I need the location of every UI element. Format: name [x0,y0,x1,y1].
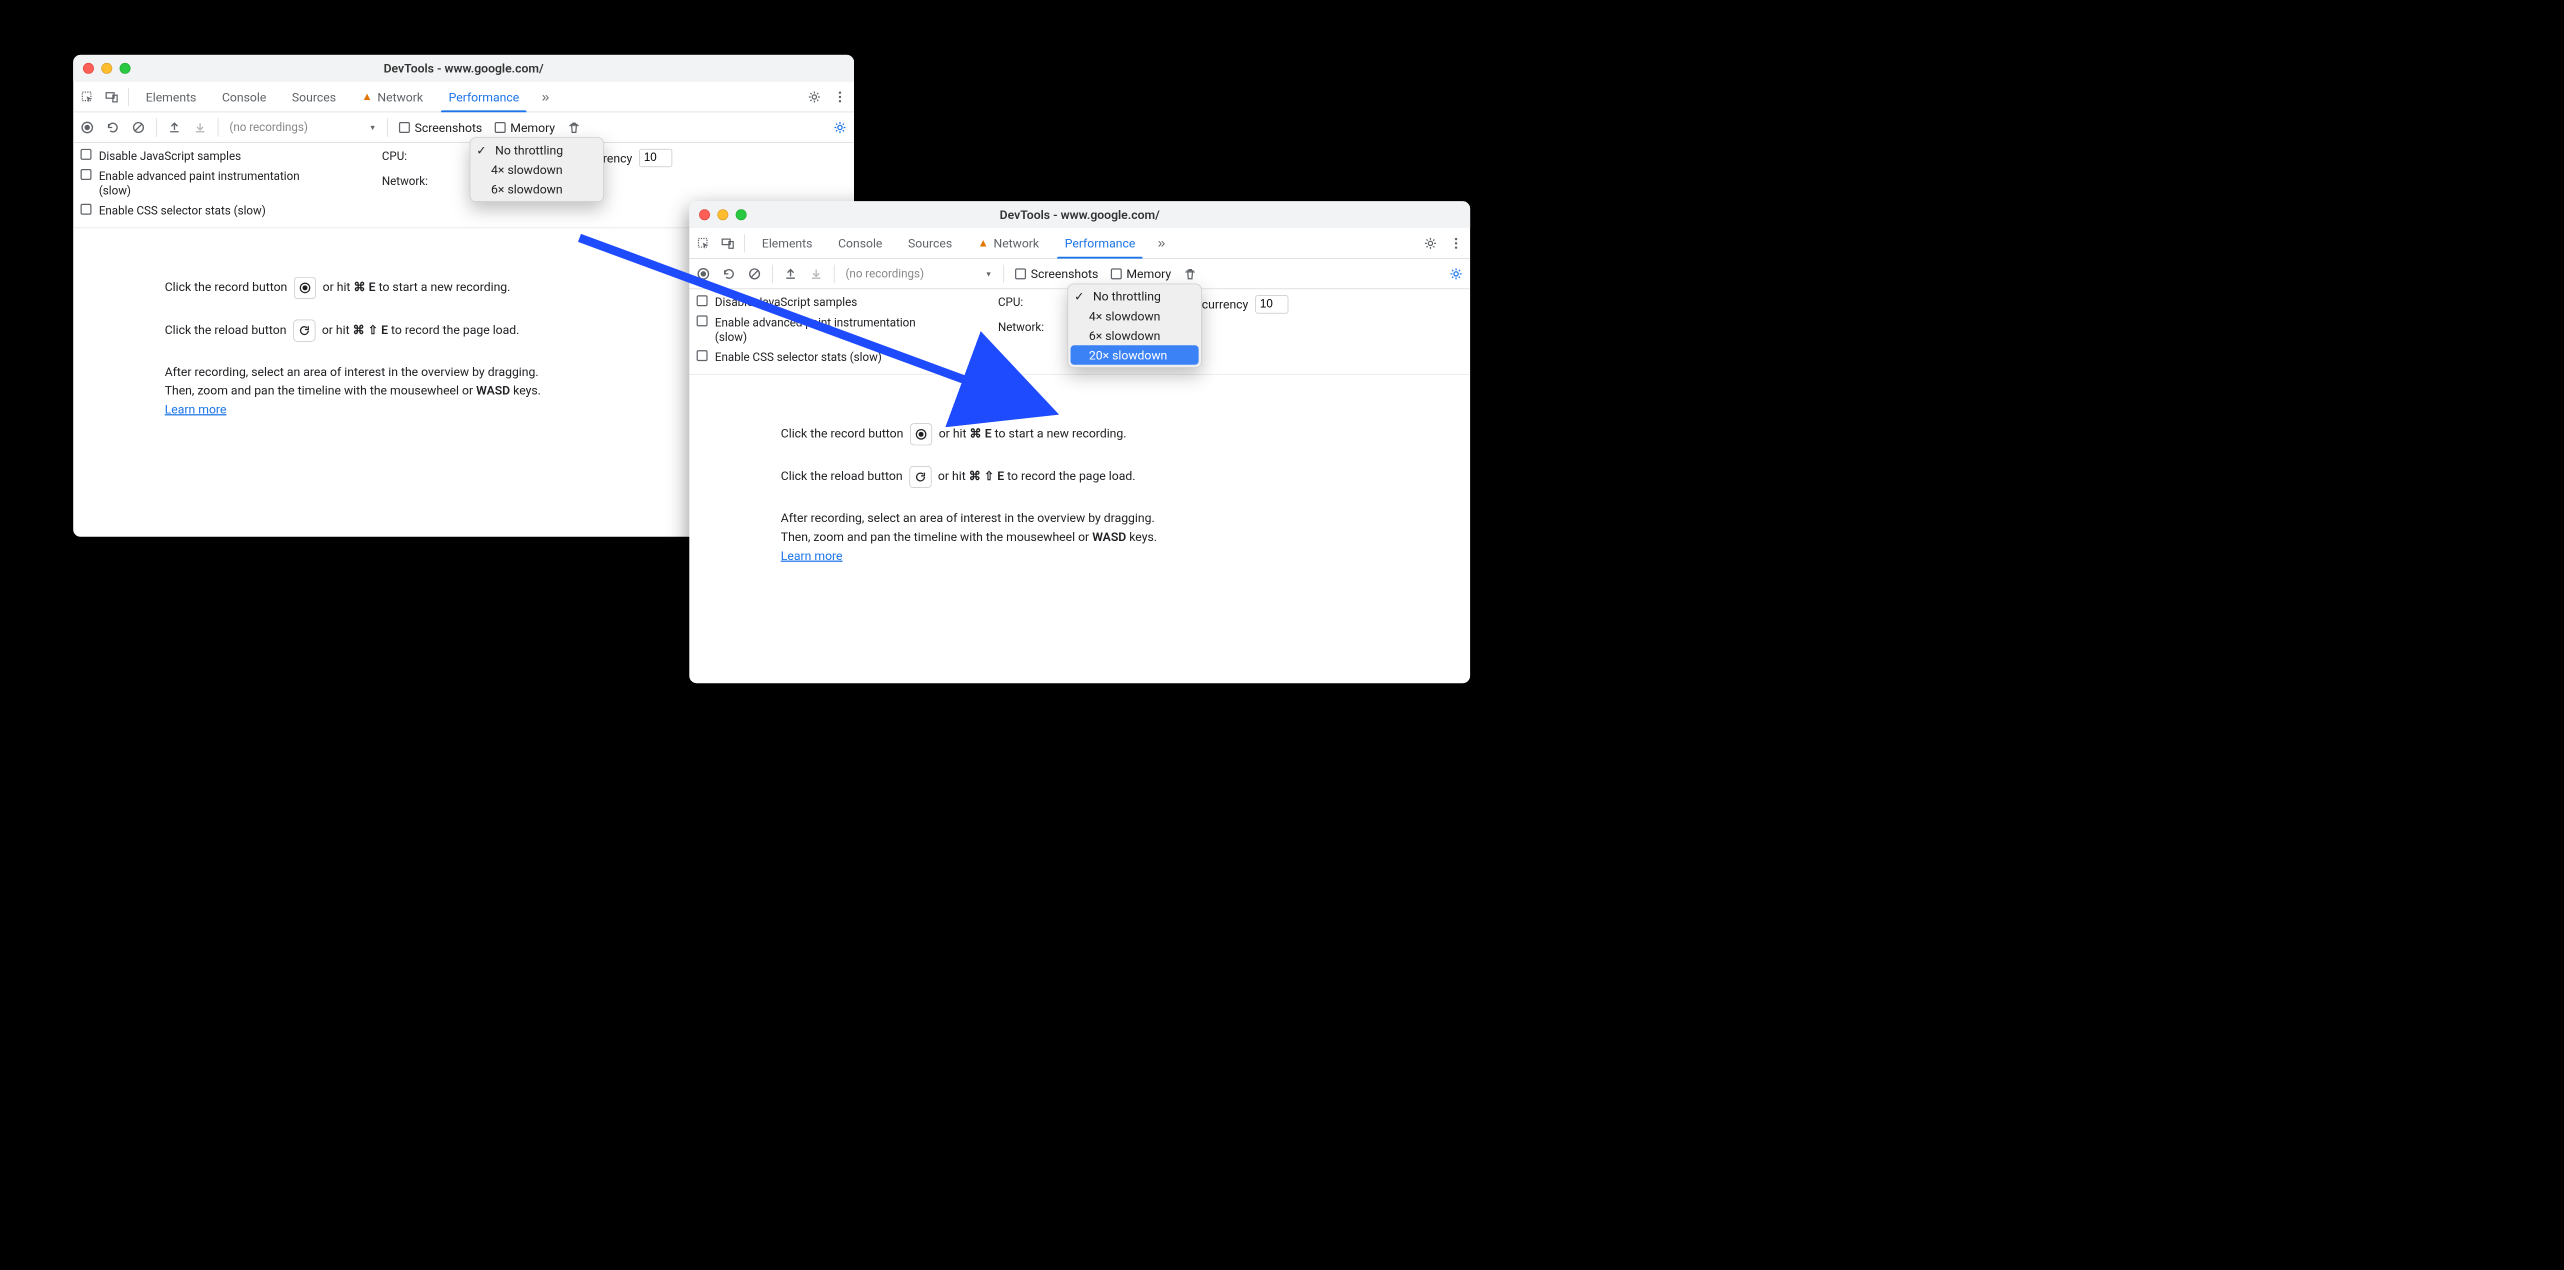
more-actions-button[interactable] [828,85,851,108]
hw-concurrency-input[interactable] [640,149,673,167]
more-actions-button[interactable] [1444,231,1467,254]
record-button[interactable] [76,116,99,139]
window-title: DevTools - www.google.com/ [73,61,854,76]
gc-button[interactable] [562,116,585,139]
upload-button[interactable] [163,116,186,139]
memory-checkbox[interactable]: Memory [490,120,560,135]
settings-button[interactable] [803,85,826,108]
dd-6x-slowdown[interactable]: 6× slowdown [1068,326,1201,346]
device-toggle-icon[interactable] [100,85,123,108]
chevrons-icon: » [542,89,547,105]
memory-checkbox[interactable]: Memory [1106,266,1176,281]
checkbox-icon [494,122,505,133]
disable-js-samples-checkbox[interactable]: Disable JavaScript samples [81,149,368,164]
tab-console[interactable]: Console [210,82,279,112]
dropdown-caret-icon: ▼ [369,123,376,132]
cpu-throttling-dropdown: No throttling 4× slowdown 6× slowdown 20… [1068,284,1202,368]
traffic-lights [83,63,131,74]
settings-button[interactable] [1419,231,1442,254]
annotation-arrow [567,220,1067,427]
dd-4x-slowdown[interactable]: 4× slowdown [470,160,603,180]
titlebar: DevTools - www.google.com/ [73,55,854,82]
capture-settings-button[interactable] [1444,262,1467,285]
learn-more-link[interactable]: Learn more [781,548,843,563]
separator [128,88,129,106]
record-icon [294,277,316,299]
download-button[interactable] [188,116,211,139]
checkbox-icon [399,122,410,133]
zoom-window-button[interactable] [736,209,747,220]
clear-button[interactable] [127,116,150,139]
tab-network[interactable]: ▲Network [349,82,435,112]
tab-elements[interactable]: Elements [134,82,209,112]
cpu-label: CPU: [382,149,407,163]
dd-20x-slowdown[interactable]: 20× slowdown [1071,345,1199,365]
dd-6x-slowdown[interactable]: 6× slowdown [470,179,603,199]
close-window-button[interactable] [699,209,710,220]
close-window-button[interactable] [83,63,94,74]
performance-toolbar: (no recordings) ▼ Screenshots Memory [73,112,854,143]
dd-no-throttling[interactable]: No throttling [1068,287,1201,307]
inspect-icon[interactable] [76,85,99,108]
gc-button[interactable] [1179,262,1202,285]
learn-more-link[interactable]: Learn more [165,402,227,417]
warning-icon: ▲ [362,90,373,103]
minimize-window-button[interactable] [717,209,728,220]
chevrons-icon: » [1158,235,1163,251]
cpu-throttling-dropdown: No throttling 4× slowdown 6× slowdown [470,137,604,202]
panel-tabs: Elements Console Sources ▲Network Perfor… [73,82,854,113]
dd-4x-slowdown[interactable]: 4× slowdown [1068,306,1201,326]
recordings-select[interactable]: (no recordings) ▼ [224,117,381,138]
zoom-window-button[interactable] [120,63,131,74]
reload-record-button[interactable] [101,116,124,139]
reload-icon [293,319,315,341]
enable-paint-checkbox[interactable]: Enable advanced paint instrumentation (s… [81,169,368,199]
enable-css-stats-checkbox[interactable]: Enable CSS selector stats (slow) [81,204,368,219]
help-after-text: After recording, select an area of inter… [781,509,1451,566]
help-reload-line: Click the reload button or hit ⌘ ⇧ E to … [781,466,1451,488]
tab-sources[interactable]: Sources [280,82,349,112]
traffic-lights [699,209,747,220]
dd-no-throttling[interactable]: No throttling [470,140,603,160]
more-tabs-button[interactable]: » [1149,231,1172,254]
screenshots-checkbox[interactable]: Screenshots [394,120,487,135]
reload-icon [909,466,931,488]
network-label: Network: [382,174,428,188]
minimize-window-button[interactable] [101,63,112,74]
capture-settings-button[interactable] [828,116,851,139]
tab-performance[interactable]: Performance [436,82,531,112]
hw-concurrency-input[interactable] [1256,295,1289,313]
more-tabs-button[interactable]: » [533,85,556,108]
